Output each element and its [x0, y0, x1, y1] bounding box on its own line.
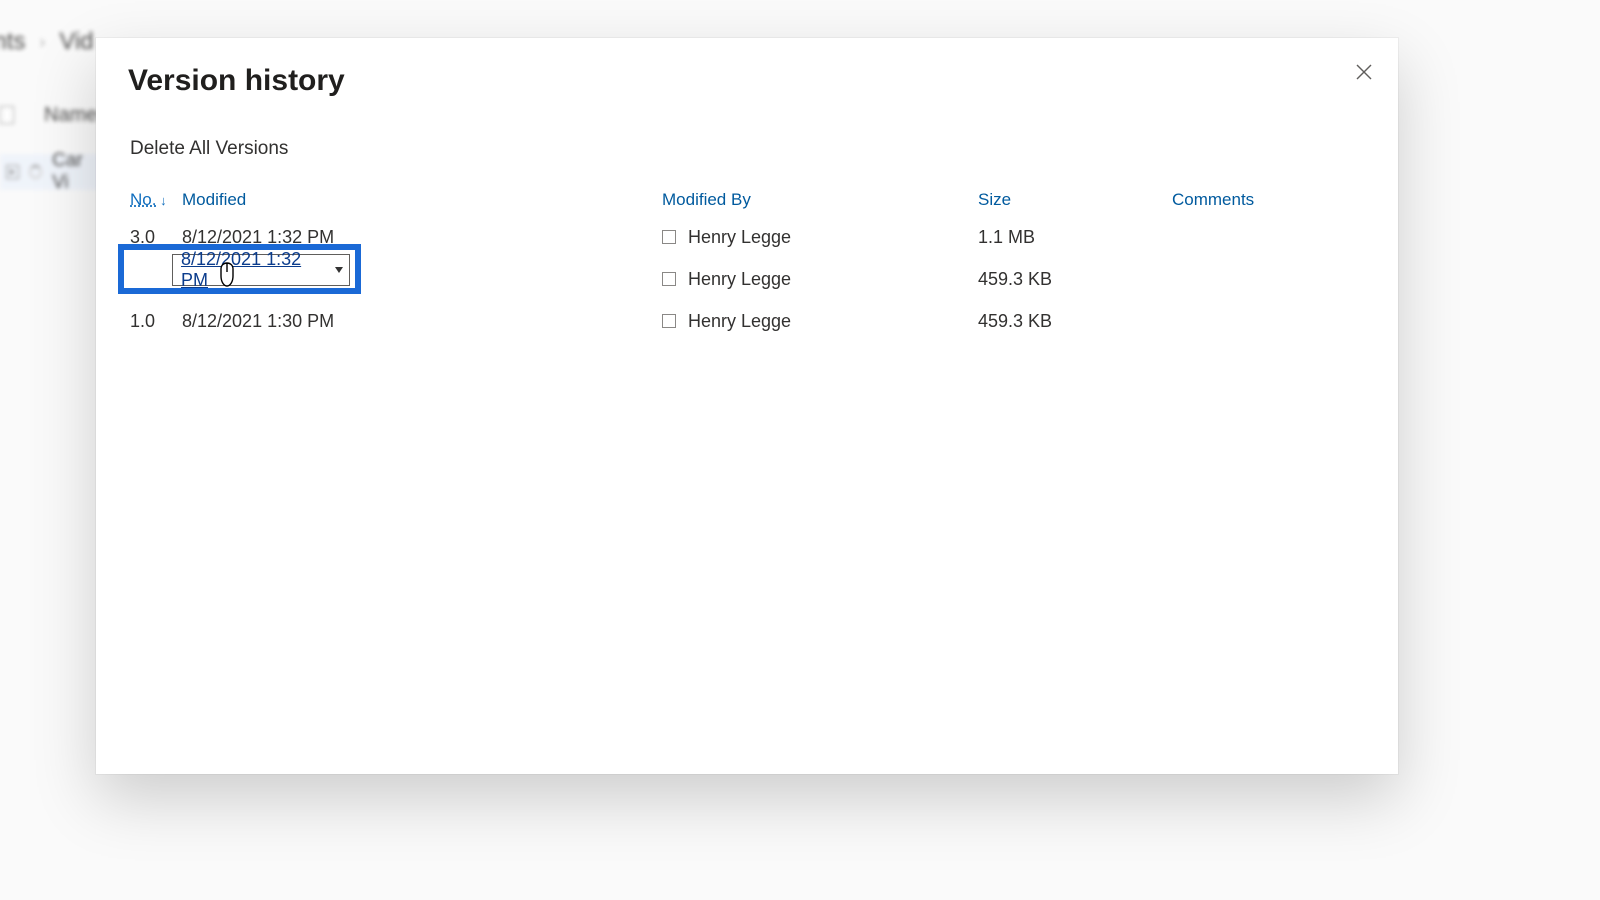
loading-spinner-icon [29, 165, 42, 179]
chevron-right-icon: › [39, 32, 45, 53]
sort-desc-icon: ↓ [156, 193, 166, 208]
cell-size: 1.1 MB [978, 227, 1172, 248]
cell-user: Henry Legge [662, 311, 978, 332]
cell-modified-link[interactable]: 8/12/2021 1:32 PM [182, 227, 662, 248]
breadcrumb: ents › Vid [0, 28, 94, 56]
close-button[interactable] [1344, 52, 1384, 92]
user-presence-icon [662, 230, 676, 244]
breadcrumb-prev[interactable]: ents [0, 28, 25, 56]
dialog-title: Version history [128, 64, 345, 98]
cell-no: 1.0 [130, 311, 182, 332]
version-date-text: 8/12/2021 1:32 PM [181, 249, 325, 291]
file-row-selected[interactable]: Car Vi [0, 154, 100, 190]
column-header-modified-by[interactable]: Modified By [662, 190, 978, 210]
cell-user-name[interactable]: Henry Legge [688, 311, 791, 332]
cell-user-name[interactable]: Henry Legge [688, 227, 791, 248]
cell-user-name[interactable]: Henry Legge [688, 269, 791, 290]
column-header-no[interactable]: No. ↓ [130, 190, 182, 210]
cell-size: 459.3 KB [978, 311, 1172, 332]
table-row: 1.0 8/12/2021 1:30 PM Henry Legge 459.3 … [130, 300, 1368, 342]
version-date-dropdown[interactable]: 8/12/2021 1:32 PM [172, 254, 350, 286]
column-header-name[interactable]: Name [44, 104, 97, 127]
column-header-modified[interactable]: Modified [182, 190, 662, 210]
close-icon [1355, 63, 1373, 81]
column-header-size[interactable]: Size [978, 190, 1172, 210]
version-history-dialog: Version history Delete All Versions No. … [96, 38, 1398, 774]
cell-no: 3.0 [130, 227, 182, 248]
breadcrumb-current[interactable]: Vid [59, 28, 93, 56]
table-header: No. ↓ Modified Modified By Size Comments [130, 184, 1368, 216]
cell-modified-link[interactable]: 8/12/2021 1:30 PM [182, 311, 662, 332]
column-header-comments[interactable]: Comments [1172, 190, 1368, 210]
user-presence-icon [662, 272, 676, 286]
cell-user: Henry Legge [662, 227, 978, 248]
cell-size: 459.3 KB [978, 269, 1172, 290]
chevron-down-icon [335, 267, 343, 273]
delete-all-versions-link[interactable]: Delete All Versions [130, 138, 288, 160]
file-name: Car Vi [52, 150, 100, 194]
file-icon [0, 106, 14, 124]
user-presence-icon [662, 314, 676, 328]
cell-user: Henry Legge [662, 269, 978, 290]
video-file-icon [6, 165, 19, 179]
